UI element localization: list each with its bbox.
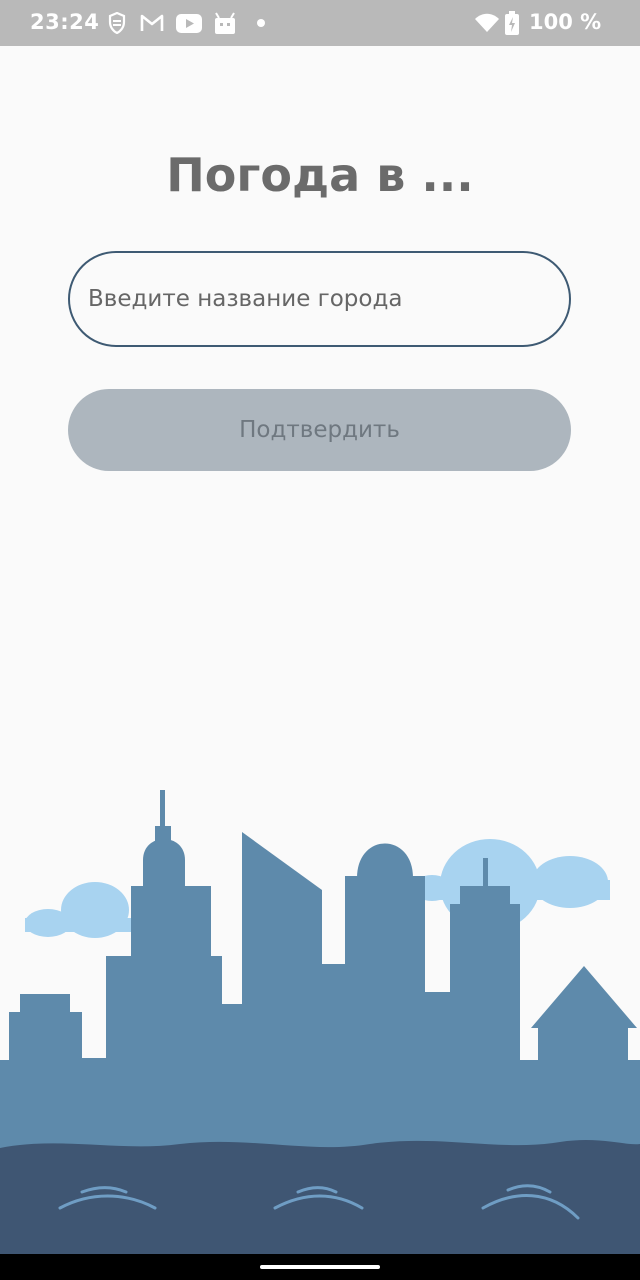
buildings: [0, 790, 640, 1194]
dot-icon: [248, 11, 274, 35]
city-skyline-illustration: [0, 790, 640, 1254]
youtube-icon: [176, 11, 202, 35]
page-title: Погода в ...: [166, 148, 474, 202]
cloud-left: [25, 882, 135, 938]
city-name-input[interactable]: [68, 251, 571, 347]
wifi-icon: [474, 11, 500, 35]
battery-percentage: 100 %: [529, 10, 602, 34]
status-time: 23:24: [30, 10, 100, 34]
shield-icon: [104, 11, 130, 35]
gmail-icon: [139, 11, 165, 35]
battery-charging-icon: [503, 11, 521, 35]
navigation-bar: [0, 1254, 640, 1280]
home-gesture-handle[interactable]: [260, 1265, 380, 1269]
status-bar: 23:24 100 %: [0, 0, 640, 46]
confirm-button[interactable]: Подтвердить: [68, 389, 571, 471]
android-icon: [212, 11, 238, 35]
